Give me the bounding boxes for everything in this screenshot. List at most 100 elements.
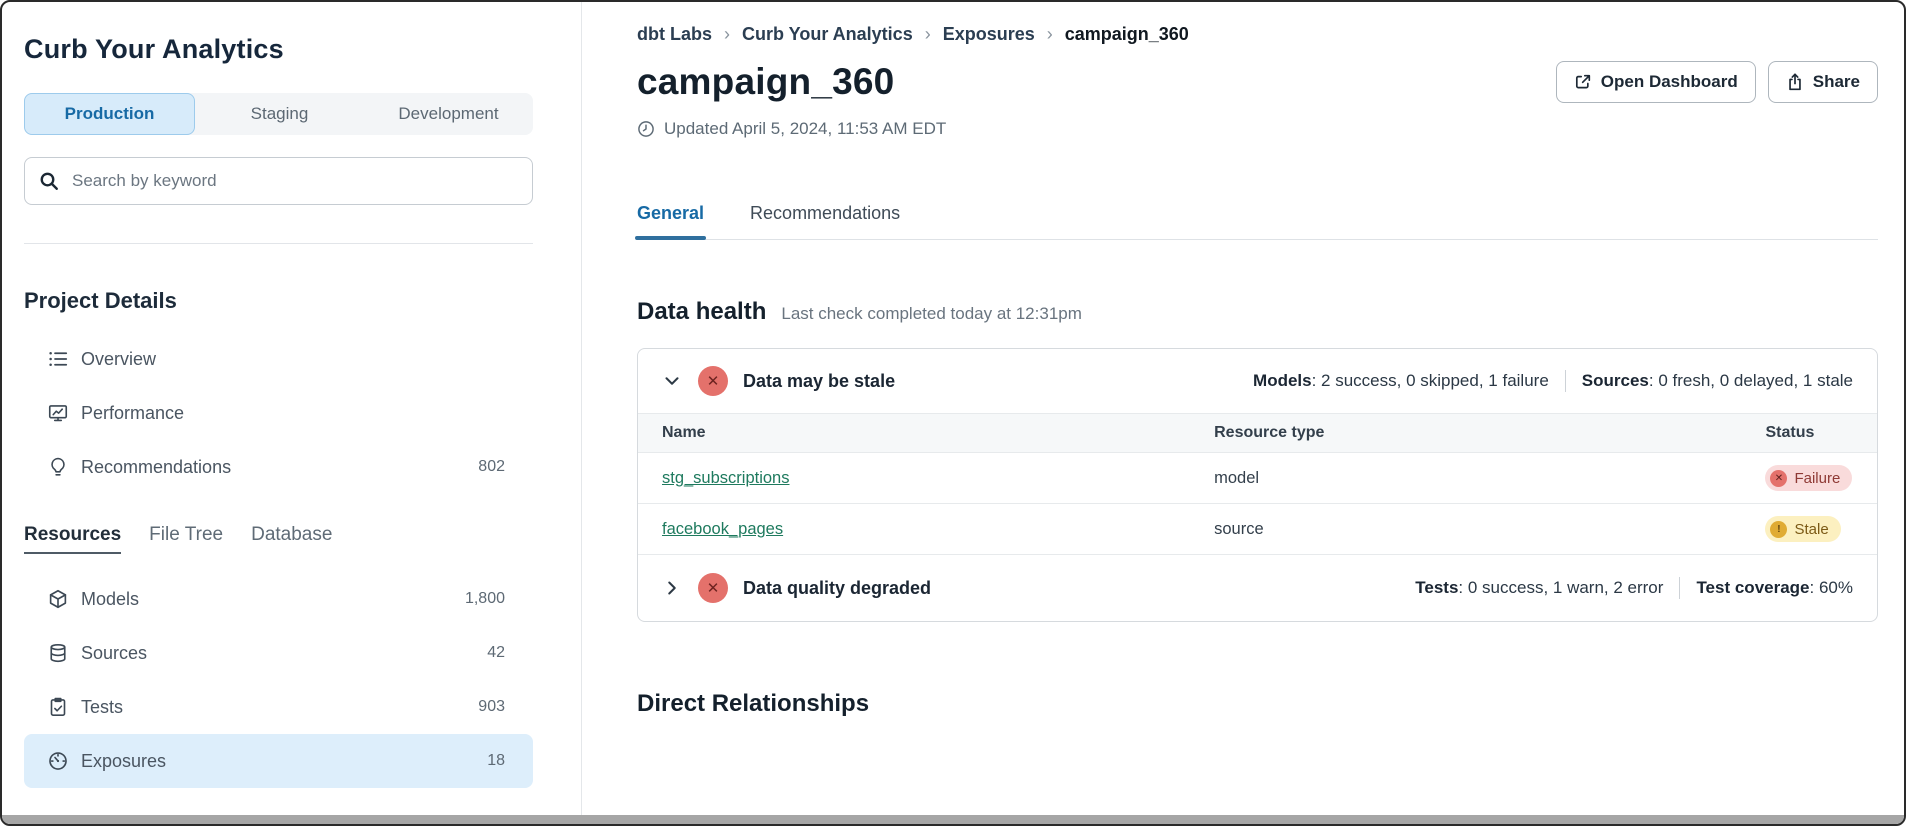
tests-stats-label: Tests bbox=[1415, 578, 1458, 597]
updated-text: Updated April 5, 2024, 11:53 AM EDT bbox=[664, 119, 946, 139]
sidebar-item-tests[interactable]: Tests 903 bbox=[24, 680, 533, 734]
env-tab-production[interactable]: Production bbox=[24, 93, 195, 135]
search-input[interactable] bbox=[70, 170, 518, 192]
share-icon bbox=[1786, 73, 1804, 91]
env-tab-development[interactable]: Development bbox=[364, 93, 533, 135]
error-circle-icon: ✕ bbox=[698, 366, 728, 396]
main-content: dbt Labs › Curb Your Analytics › Exposur… bbox=[582, 2, 1904, 824]
sidebar-item-label: Sources bbox=[81, 643, 147, 664]
stats-divider bbox=[1565, 370, 1566, 392]
stale-section-stats: Models: 2 success, 0 skipped, 1 failure … bbox=[1253, 370, 1853, 392]
env-tab-staging[interactable]: Staging bbox=[195, 93, 364, 135]
resource-type-cell: model bbox=[1214, 453, 1765, 504]
resource-link-stg-subscriptions[interactable]: stg_subscriptions bbox=[662, 469, 789, 487]
sidebar-item-models[interactable]: Models 1,800 bbox=[24, 572, 533, 626]
project-title: Curb Your Analytics bbox=[24, 34, 533, 65]
error-circle-icon: ✕ bbox=[698, 573, 728, 603]
table-row: stg_subscriptions model ✕ Failure bbox=[638, 453, 1877, 504]
direct-relationships-title: Direct Relationships bbox=[637, 690, 1878, 718]
clock-icon bbox=[637, 120, 655, 138]
tab-database[interactable]: Database bbox=[251, 524, 332, 554]
sidebar-item-label: Recommendations bbox=[81, 457, 231, 478]
models-stats-value: : 2 success, 0 skipped, 1 failure bbox=[1312, 371, 1549, 390]
tests-stats-value: : 0 success, 1 warn, 2 error bbox=[1458, 578, 1663, 597]
coverage-stats-label: Test coverage bbox=[1696, 578, 1809, 597]
clipboard-check-icon bbox=[48, 697, 68, 717]
page-title: campaign_360 bbox=[637, 61, 894, 103]
sources-stats-value: : 0 fresh, 0 delayed, 1 stale bbox=[1649, 371, 1853, 390]
updated-timestamp: Updated April 5, 2024, 11:53 AM EDT bbox=[637, 119, 1878, 139]
table-header-row: Name Resource type Status bbox=[638, 414, 1877, 453]
sidebar-item-performance[interactable]: Performance bbox=[24, 386, 533, 440]
environment-tabs: Production Staging Development bbox=[24, 93, 533, 135]
sidebar-item-label: Exposures bbox=[81, 751, 166, 772]
data-health-header: Data health Last check completed today a… bbox=[637, 298, 1878, 326]
breadcrumb-separator-icon: › bbox=[1047, 24, 1053, 45]
sidebar-item-count: 802 bbox=[478, 458, 505, 476]
breadcrumb-item-project[interactable]: Curb Your Analytics bbox=[742, 24, 913, 45]
tab-general[interactable]: General bbox=[637, 203, 704, 239]
sidebar-item-overview[interactable]: Overview bbox=[24, 332, 533, 386]
share-label: Share bbox=[1813, 72, 1860, 92]
stale-resources-table: Name Resource type Status stg_subscripti… bbox=[638, 413, 1877, 555]
search-box[interactable] bbox=[24, 157, 533, 205]
quality-section-header[interactable]: ✕ Data quality degraded Tests: 0 success… bbox=[638, 555, 1877, 621]
breadcrumb-item-exposures[interactable]: Exposures bbox=[943, 24, 1035, 45]
chevron-down-icon[interactable] bbox=[662, 371, 682, 391]
quality-section-title: Data quality degraded bbox=[743, 578, 931, 599]
list-icon bbox=[48, 349, 68, 369]
database-icon bbox=[48, 643, 68, 663]
resources-nav: Models 1,800 Sources 42 bbox=[24, 572, 533, 788]
column-header-name: Name bbox=[638, 414, 1214, 453]
project-details-heading: Project Details bbox=[24, 288, 533, 314]
stale-section-title: Data may be stale bbox=[743, 371, 895, 392]
resource-view-tabs: Resources File Tree Database bbox=[24, 524, 533, 554]
gauge-icon bbox=[48, 751, 68, 771]
sidebar-item-label: Overview bbox=[81, 349, 156, 370]
tab-file-tree[interactable]: File Tree bbox=[149, 524, 223, 554]
external-link-icon bbox=[1574, 73, 1592, 91]
tab-recommendations[interactable]: Recommendations bbox=[750, 203, 900, 239]
breadcrumb-item-current: campaign_360 bbox=[1065, 24, 1189, 45]
lightbulb-icon bbox=[48, 457, 68, 477]
column-header-status: Status bbox=[1765, 414, 1877, 453]
sources-stats-label: Sources bbox=[1582, 371, 1649, 390]
sidebar-item-count: 1,800 bbox=[465, 590, 505, 608]
open-dashboard-button[interactable]: Open Dashboard bbox=[1556, 61, 1756, 103]
share-button[interactable]: Share bbox=[1768, 61, 1878, 103]
sidebar-item-count: 42 bbox=[487, 644, 505, 662]
breadcrumb-separator-icon: › bbox=[925, 24, 931, 45]
exclamation-circle-icon: ! bbox=[1770, 521, 1787, 538]
resource-link-facebook-pages[interactable]: facebook_pages bbox=[662, 520, 783, 538]
models-stats-label: Models bbox=[1253, 371, 1312, 390]
stale-section-header[interactable]: ✕ Data may be stale Models: 2 success, 0… bbox=[638, 349, 1877, 413]
sidebar-item-exposures[interactable]: Exposures 18 bbox=[24, 734, 533, 788]
sidebar-item-recommendations[interactable]: Recommendations 802 bbox=[24, 440, 533, 494]
sidebar-item-label: Performance bbox=[81, 403, 184, 424]
sidebar-divider bbox=[24, 243, 533, 244]
chevron-right-icon[interactable] bbox=[662, 578, 682, 598]
resource-type-cell: source bbox=[1214, 504, 1765, 555]
header-actions: Open Dashboard Share bbox=[1556, 61, 1878, 103]
sidebar-item-count: 18 bbox=[487, 752, 505, 770]
search-icon bbox=[39, 171, 59, 191]
project-details-nav: Overview Performance bbox=[24, 332, 533, 494]
status-badge-failure: ✕ Failure bbox=[1765, 465, 1852, 491]
x-circle-icon: ✕ bbox=[1770, 470, 1787, 487]
tab-resources[interactable]: Resources bbox=[24, 524, 121, 554]
sidebar-item-sources[interactable]: Sources 42 bbox=[24, 626, 533, 680]
breadcrumb-item-dbt-labs[interactable]: dbt Labs bbox=[637, 24, 712, 45]
status-badge-label: Stale bbox=[1794, 521, 1828, 538]
open-dashboard-label: Open Dashboard bbox=[1601, 72, 1738, 92]
window-bottom-bar bbox=[2, 815, 1904, 824]
sidebar: Curb Your Analytics Production Staging D… bbox=[2, 2, 582, 824]
breadcrumb-separator-icon: › bbox=[724, 24, 730, 45]
stats-divider bbox=[1679, 577, 1680, 599]
app-window: Curb Your Analytics Production Staging D… bbox=[0, 0, 1906, 826]
table-row: facebook_pages source ! Stale bbox=[638, 504, 1877, 555]
coverage-stats-value: : 60% bbox=[1810, 578, 1853, 597]
data-health-title: Data health bbox=[637, 298, 766, 326]
chart-monitor-icon bbox=[48, 403, 68, 423]
sidebar-item-label: Tests bbox=[81, 697, 123, 718]
quality-section-stats: Tests: 0 success, 1 warn, 2 error Test c… bbox=[1415, 577, 1853, 599]
